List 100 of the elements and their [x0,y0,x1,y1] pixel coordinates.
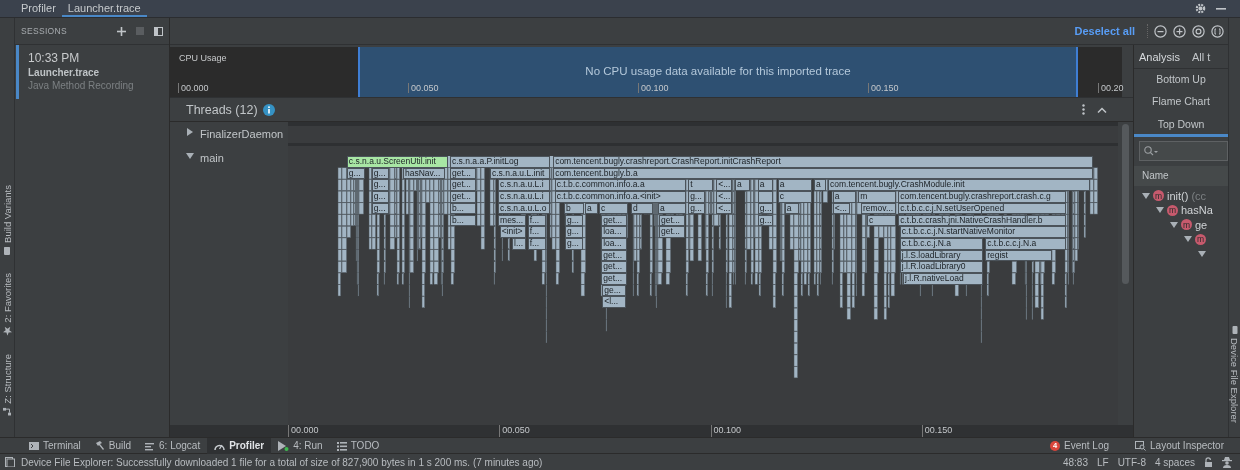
thread-name[interactable]: main [200,152,224,164]
flame-frame[interactable]: m [858,191,897,203]
flame-frame[interactable]: loa... [601,226,628,238]
flame-frame[interactable]: c.s.n.a.a.P.initLog [450,156,550,168]
tree-item[interactable]: ge [1195,218,1208,231]
expand-arrow-icon[interactable] [1156,206,1164,215]
flame-frame[interactable]: mes... [498,214,527,227]
scrollbar-thumb[interactable] [1122,124,1129,284]
flame-frame[interactable]: g... [371,191,389,203]
flame-frame[interactable]: a [735,179,751,192]
flame-frame[interactable]: get... [658,226,685,238]
cpu-usage-track[interactable]: CPU Usage No CPU usage data available for this imported trace 00.000 00.050 00.100 00.150 00.20 [170,47,1122,97]
tablet-icon [3,246,11,255]
flame-frame[interactable]: g... [565,214,583,227]
tool-window-button[interactable]: Profiler [207,437,272,454]
flame-frame[interactable]: <init> [499,226,527,238]
flame-frame[interactable]: c.s.n.a.u.L.i [498,179,550,192]
tool-window-button[interactable]: 2: Favorites [1,272,13,336]
flame-frame[interactable]: com.tencent.bugly.crashreport.CrashReport.initCrashReport [553,156,1094,168]
flame-frame[interactable]: get... [601,261,628,273]
analysis-tab[interactable]: All t [1191,50,1211,63]
collapse-icon[interactable] [1097,106,1107,113]
lock-icon[interactable] [1204,457,1213,467]
flame-frame[interactable]: c.s.n.a.u.ScreenUtil.init [346,156,448,168]
flame-frame[interactable]: <... [716,179,732,192]
tree-item[interactable]: init() [1167,189,1189,202]
tool-window-button[interactable]: TODO [329,437,387,454]
flame-frame[interactable]: <... [716,191,732,203]
editor-tab[interactable]: Launcher.trace [61,0,147,17]
editor-tab[interactable]: Profiler [15,0,62,17]
axis-label: 00.050 [499,425,711,437]
reset-zoom-icon[interactable] [1192,24,1205,38]
threads-title: Threads (12) [186,102,258,117]
deselect-all-link[interactable]: Deselect all [1074,25,1135,37]
indent-setting[interactable]: 4 spaces [1154,456,1195,468]
flame-frame[interactable]: g... [565,226,583,238]
flame-frame[interactable]: a [832,191,857,203]
star-icon [2,326,12,336]
tool-window-button[interactable]: 4: Run [271,437,330,454]
method-badge: m [1195,233,1206,245]
expand-arrow-icon[interactable] [186,128,194,136]
flame-frame[interactable]: get... [601,273,628,285]
thread-name[interactable]: FinalizerDaemon [200,128,284,140]
panel-toggle-icon[interactable] [154,26,163,36]
axis-label: 00.000 [178,83,408,93]
column-header[interactable]: Name [1142,170,1169,181]
expand-arrow-icon[interactable] [1142,191,1150,200]
flame-frame[interactable]: f... [527,226,547,238]
flame-frame[interactable]: j.l.R.loadLibrary0 [899,261,983,273]
flame-frame[interactable]: b... [450,214,476,227]
expand-arrow-icon[interactable] [1184,235,1192,244]
axis-label: 00.050 [408,83,638,93]
tool-window-button[interactable]: Build [87,437,139,454]
flame-frame[interactable]: c.t.b.c.common.info.a.a [554,179,686,192]
more-icon[interactable] [1082,104,1085,115]
file-encoding[interactable]: UTF-8 [1117,456,1146,468]
cursor-position[interactable]: 48:83 [1062,456,1088,468]
flame-frame[interactable]: c.t.b.c.c.j.N.startNativeMonitor [899,226,1067,238]
flame-frame[interactable]: a [777,179,812,192]
session-time: 10:33 PM [28,51,81,65]
expand-arrow-icon[interactable] [1198,249,1206,258]
settings-icon[interactable] [1195,3,1206,14]
flame-frame[interactable]: j.l.R.nativeLoad [903,273,983,285]
analysis-tab[interactable]: Analysis [1139,50,1180,63]
message-icon[interactable] [5,457,15,467]
tree-item[interactable]: hasNa [1181,204,1213,217]
zoom-in-icon[interactable] [1173,24,1186,38]
layout-inspector-button[interactable]: Layout Inspector [1129,439,1230,452]
status-message: Device File Explorer: Successfully downloaded 1 file for a total of size of 827,900 bytes in 1 s 200 ms. (7 minutes ago) [21,456,543,468]
flame-frame[interactable] [757,191,773,203]
plus-icon[interactable] [117,26,126,36]
person-icon[interactable] [1222,456,1232,468]
info-icon[interactable] [262,103,275,116]
flame-frame[interactable]: c [777,191,812,203]
flame-frame[interactable]: get... [450,179,476,192]
view-tab[interactable]: Flame Chart [1134,91,1228,114]
flame-frame[interactable]: com.tencent.bugly.crashreport.crash.c.g [898,191,1067,203]
line-ending[interactable]: LF [1096,456,1109,468]
flame-frame[interactable]: com.tencent.bugly.CrashModule.init [828,179,1090,192]
expand-arrow-icon[interactable] [186,152,194,160]
search-field[interactable] [1139,140,1228,161]
zoom-out-icon[interactable] [1154,24,1167,38]
fit-icon[interactable] [1211,24,1224,38]
axis-label: 00.150 [868,83,1098,93]
view-tab[interactable]: Top Down [1134,114,1228,137]
empty-message: No CPU usage data available for this imported trace [585,65,851,79]
search-icon [1144,145,1158,156]
expand-arrow-icon[interactable] [1170,220,1178,229]
tool-window-button[interactable]: Device File Explorer [1229,326,1240,423]
tool-window-button[interactable]: Terminal [22,437,88,454]
flame-frame[interactable]: c.s.n.a.u.L.i [498,191,550,203]
tool-window-button[interactable]: Z: Structure [1,353,13,416]
tool-window-button[interactable]: 6: Logcat [138,437,208,454]
flame-frame[interactable]: get... [450,191,476,203]
flame-frame[interactable]: c.t.b.c.common.info.a.<init> [554,191,686,203]
flame-frame[interactable]: t [688,179,713,192]
flame-frame[interactable]: <l... [602,296,626,309]
minimize-icon[interactable] [1216,7,1226,10]
flame-frame[interactable]: g... [688,191,705,203]
tool-window-button[interactable]: Build Variants [1,185,13,255]
